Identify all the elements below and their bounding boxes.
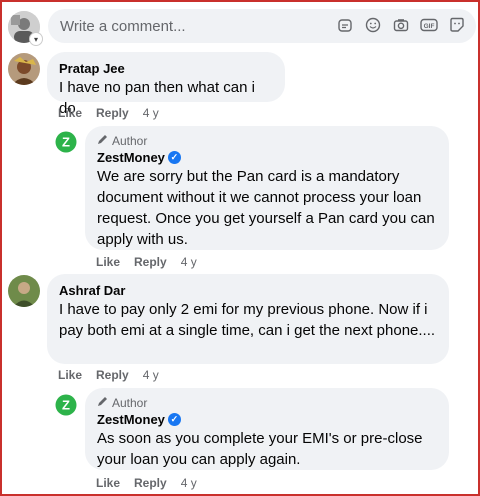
zestmoney-avatar[interactable]: Z: [55, 131, 77, 153]
author-tag-label: Author: [112, 396, 148, 410]
verified-badge-icon: ✓: [167, 413, 181, 427]
comment-timestamp[interactable]: 4 y: [143, 368, 159, 382]
gif-icon[interactable]: GIF: [420, 16, 438, 34]
reply-button[interactable]: Reply: [96, 368, 129, 382]
reply-bubble: Author ZestMoney ✓ As soon as you complet…: [85, 388, 449, 470]
chevron-down-icon[interactable]: ▾: [30, 33, 42, 45]
sticker-face-icon[interactable]: [448, 16, 466, 34]
camera-icon[interactable]: [392, 16, 410, 34]
reply-bubble: Author ZestMoney ✓ We are sorry but the P…: [85, 126, 449, 250]
comment-timestamp[interactable]: 4 y: [143, 106, 159, 120]
reply-actions: Like Reply 4 y: [96, 255, 211, 269]
comment-author[interactable]: Ashraf Dar: [59, 282, 437, 299]
like-button[interactable]: Like: [58, 368, 82, 382]
comment-bubble: Pratap Jee I have no pan then what can i…: [47, 52, 285, 117]
reply-actions: Like Reply 4 y: [96, 476, 211, 490]
reply-button[interactable]: Reply: [134, 255, 167, 269]
reply-author[interactable]: ZestMoney: [97, 150, 165, 165]
reply-button[interactable]: Reply: [134, 476, 167, 490]
commenter-avatar[interactable]: [8, 275, 40, 307]
reply-text: As soon as you complete your EMI's or pr…: [97, 430, 423, 468]
comment-composer: ▾ GIF: [8, 9, 476, 45]
sticker-icon[interactable]: [336, 16, 354, 34]
comment-author[interactable]: Pratap Jee: [59, 60, 273, 77]
author-tag: Author: [97, 396, 437, 410]
verified-badge-icon: ✓: [167, 151, 181, 165]
comment-bubble: Ashraf Dar I have to pay only 2 emi for …: [47, 274, 449, 364]
zestmoney-avatar[interactable]: Z: [55, 394, 77, 416]
svg-text:GIF: GIF: [424, 23, 435, 30]
like-button[interactable]: Like: [96, 255, 120, 269]
reply-text: We are sorry but the Pan card is a manda…: [97, 168, 435, 248]
reply-author-row: ZestMoney ✓: [97, 411, 437, 428]
svg-text:Z: Z: [62, 398, 70, 413]
comment-actions: Like Reply 4 y: [58, 106, 173, 120]
pencil-icon: [97, 134, 108, 148]
composer-tools: GIF: [336, 16, 466, 34]
pencil-icon: [97, 396, 108, 410]
comment-text: I have to pay only 2 emi for my previous…: [59, 301, 436, 339]
svg-text:Z: Z: [62, 135, 70, 150]
emoji-icon[interactable]: [364, 16, 382, 34]
author-tag: Author: [97, 134, 437, 148]
like-button[interactable]: Like: [96, 476, 120, 490]
reply-timestamp[interactable]: 4 y: [181, 255, 197, 269]
author-tag-label: Author: [112, 134, 148, 148]
like-button[interactable]: Like: [58, 106, 82, 120]
comment-actions: Like Reply 4 y: [58, 368, 173, 382]
reply-button[interactable]: Reply: [96, 106, 129, 120]
reply-author[interactable]: ZestMoney: [97, 412, 165, 427]
reply-author-row: ZestMoney ✓: [97, 149, 437, 166]
commenter-avatar[interactable]: [8, 53, 40, 85]
reply-timestamp[interactable]: 4 y: [181, 476, 197, 490]
